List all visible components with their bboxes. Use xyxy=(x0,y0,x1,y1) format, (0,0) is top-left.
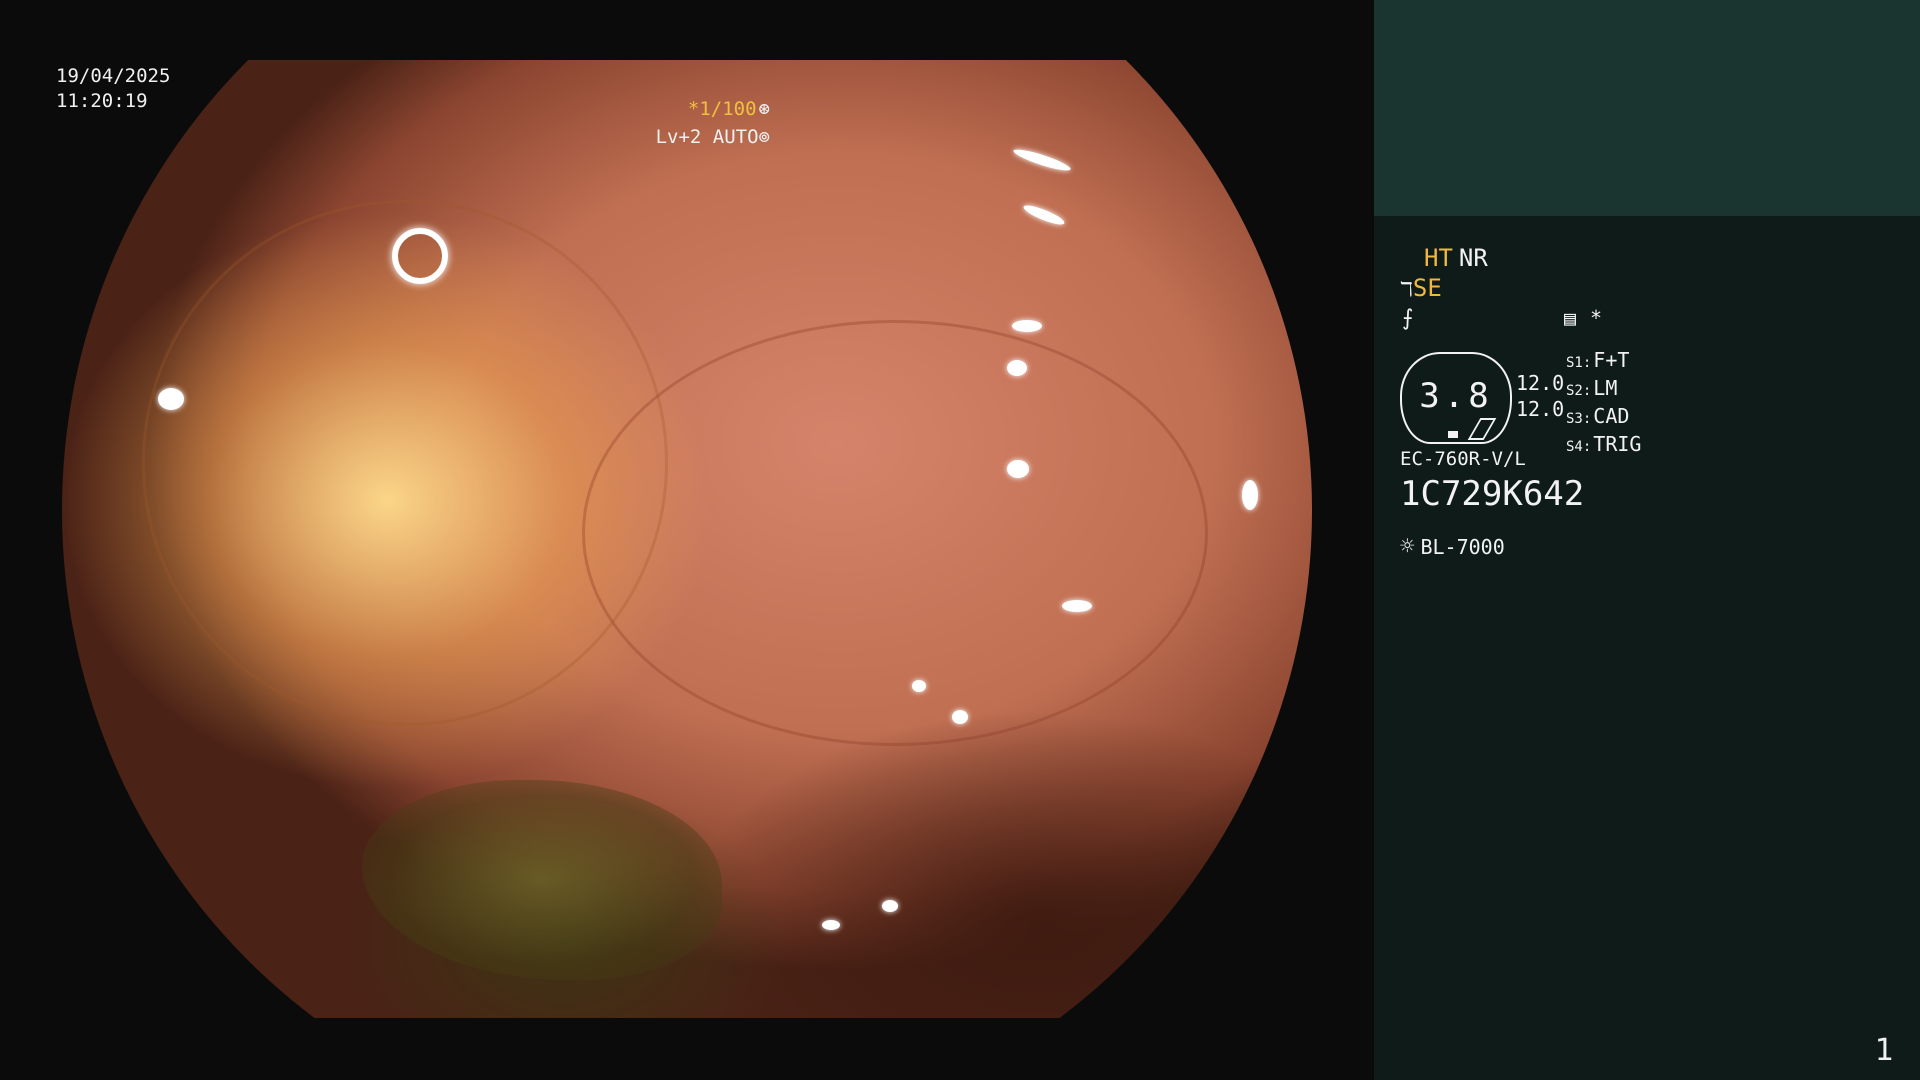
patient-info-area xyxy=(1374,0,1920,216)
zoom-gauge: 3.8 xyxy=(1400,352,1512,444)
specular-highlight xyxy=(952,710,968,724)
light-reflection-ring xyxy=(392,228,448,284)
structure-icon: ℸ xyxy=(1400,277,1413,301)
specular-highlight xyxy=(1242,480,1258,510)
brightness-level: Lv+2 AUTO⊚ xyxy=(656,126,770,148)
switch-key: S3: xyxy=(1566,411,1592,427)
specular-highlight xyxy=(912,680,926,692)
setting-star: * xyxy=(1590,306,1603,330)
auto-iris-icon: ⊚ xyxy=(758,126,770,148)
datetime-display: 19/04/2025 11:20:19 xyxy=(56,64,170,114)
structure-enhance-row: ℸSE xyxy=(1400,274,1442,302)
specular-highlight xyxy=(1012,320,1042,332)
level-label: Lv+2 AUTO xyxy=(655,126,759,148)
endoscopic-image xyxy=(62,60,1312,1018)
value-2: 12.0 xyxy=(1516,397,1565,421)
switch-label: CAD xyxy=(1593,404,1630,428)
settings-list-icon: ▤ xyxy=(1564,306,1577,330)
mucosal-fold xyxy=(582,320,1208,746)
specular-highlight xyxy=(1011,145,1073,175)
switch-row: S1: F+T xyxy=(1566,348,1641,376)
light-source-icon: ☼ xyxy=(1400,532,1415,560)
shutter-speed: *1/100 xyxy=(687,98,757,120)
aperture-icon: ⊛ xyxy=(758,98,770,120)
endoscopy-stage: 19/04/2025 11:20:19 *1/100 ⊛ Lv+2 AUTO⊚ xyxy=(0,0,1372,1080)
specular-highlight xyxy=(1062,600,1092,612)
gauge-slash-icon xyxy=(1467,418,1497,440)
processing-mode-row: HT NR xyxy=(1424,244,1488,272)
switch-key: S4: xyxy=(1566,439,1592,455)
specular-highlight xyxy=(1021,202,1067,228)
scope-model: EC-760R-V/L xyxy=(1400,448,1526,470)
specular-highlight xyxy=(882,900,898,912)
gauge-marker xyxy=(1448,431,1458,438)
specular-highlight xyxy=(1007,460,1029,478)
info-panel: HT NR ℸSE ⨍ ▤ * 3.8 12.0 12.0 S1: F+T S2: LM… xyxy=(1374,0,1920,1080)
switch-assignments: S1: F+T S2: LM S3: CAD S4: TRIG xyxy=(1566,348,1641,460)
page-number: 1 xyxy=(1874,1033,1894,1068)
nr-indicator: NR xyxy=(1458,244,1488,272)
specular-highlight xyxy=(158,388,184,410)
setting-row: ▤ * xyxy=(1564,306,1602,330)
switch-key: S1: xyxy=(1566,355,1592,371)
light-source-label: BL-7000 xyxy=(1420,535,1505,559)
se-indicator: SE xyxy=(1412,274,1442,302)
date-label: 19/04/2025 xyxy=(56,65,171,87)
gauge-values: 12.0 12.0 xyxy=(1516,370,1564,422)
switch-row: S3: CAD xyxy=(1566,404,1641,432)
scope-serial: 1C729K642 xyxy=(1400,474,1585,514)
specular-highlight xyxy=(1007,360,1027,376)
light-source-row: ☼ BL-7000 xyxy=(1400,532,1505,560)
value-1: 12.0 xyxy=(1516,371,1565,395)
shutter-display: *1/100 ⊛ xyxy=(688,98,770,120)
gauge-value: 3.8 xyxy=(1419,376,1493,416)
enhance-icon: ⨍ xyxy=(1402,306,1414,331)
time-label: 11:20:19 xyxy=(56,90,148,112)
fluid-pool xyxy=(362,780,722,980)
switch-key: S2: xyxy=(1566,383,1592,399)
ht-indicator: HT xyxy=(1424,244,1453,272)
switch-row: S4: TRIG xyxy=(1566,432,1641,460)
specular-highlight xyxy=(822,920,840,930)
switch-label: F+T xyxy=(1593,348,1630,372)
switch-label: TRIG xyxy=(1593,432,1642,456)
switch-label: LM xyxy=(1593,376,1618,400)
switch-row: S2: LM xyxy=(1566,376,1641,404)
